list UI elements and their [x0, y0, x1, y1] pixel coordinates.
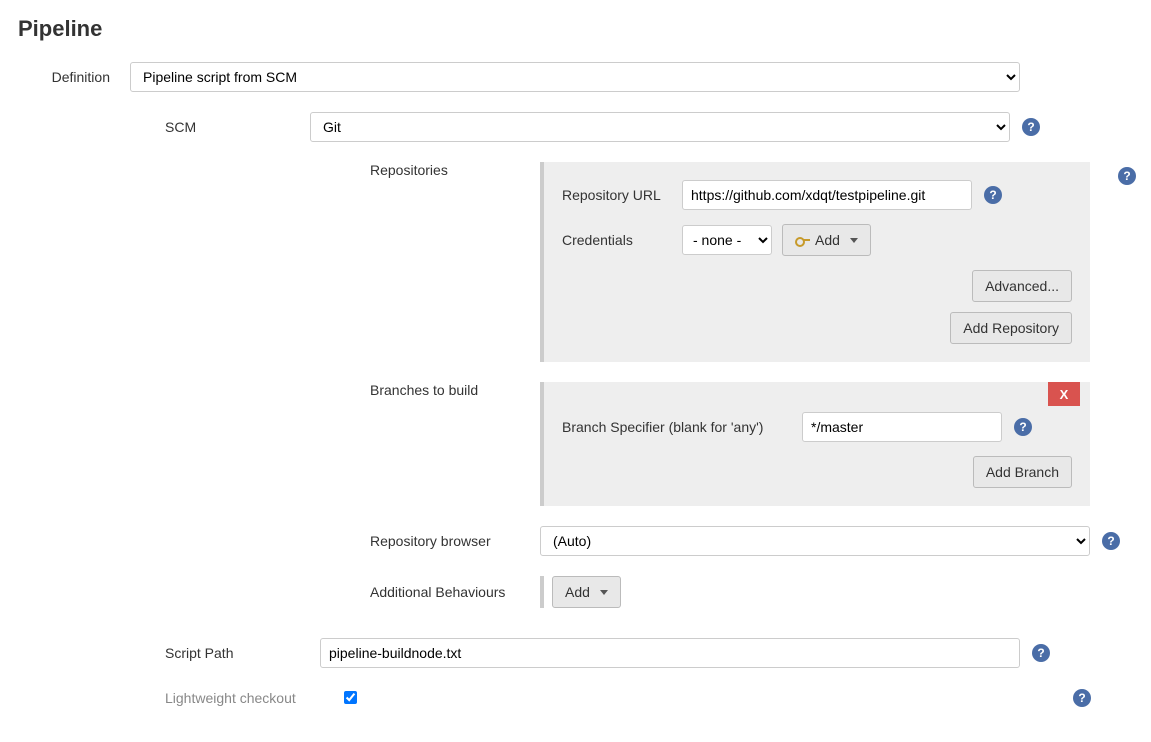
add-label: Add [815, 232, 840, 248]
advanced-button[interactable]: Advanced... [972, 270, 1072, 302]
lightweight-label: Lightweight checkout [165, 690, 340, 706]
script-path-row: Script Path ? [0, 638, 1151, 668]
scm-label: SCM [0, 119, 310, 135]
key-icon [795, 235, 809, 245]
help-icon[interactable]: ? [1073, 689, 1091, 707]
repositories-block: Repository URL ? Credentials - none - Ad… [540, 162, 1090, 362]
branches-block: X Branch Specifier (blank for 'any') ? A… [540, 382, 1090, 506]
delete-branch-button[interactable]: X [1048, 382, 1080, 406]
branch-specifier-input[interactable] [802, 412, 1002, 442]
help-icon[interactable]: ? [1102, 532, 1120, 550]
branches-label: Branches to build [0, 382, 540, 398]
scm-select[interactable]: Git [310, 112, 1010, 142]
branches-row: Branches to build X Branch Specifier (bl… [0, 382, 1151, 506]
credentials-select[interactable]: - none - [682, 225, 772, 255]
chevron-down-icon [850, 238, 858, 243]
help-icon[interactable]: ? [984, 186, 1002, 204]
add-label: Add [565, 584, 590, 600]
repo-browser-select[interactable]: (Auto) [540, 526, 1090, 556]
help-icon[interactable]: ? [1118, 167, 1136, 185]
definition-select[interactable]: Pipeline script from SCM [130, 62, 1020, 92]
add-branch-button[interactable]: Add Branch [973, 456, 1072, 488]
add-repo-row: Add Repository [562, 312, 1072, 344]
definition-label: Definition [0, 69, 130, 85]
help-icon[interactable]: ? [1014, 418, 1032, 436]
help-icon[interactable]: ? [1032, 644, 1050, 662]
advanced-row: Advanced... [562, 270, 1072, 302]
additional-behaviours-label: Additional Behaviours [0, 584, 540, 600]
credentials-row: Credentials - none - Add [562, 224, 1072, 256]
script-path-input[interactable] [320, 638, 1020, 668]
add-behaviour-button[interactable]: Add [552, 576, 621, 608]
credentials-label: Credentials [562, 232, 682, 248]
additional-behaviours-row: Additional Behaviours Add [0, 576, 1151, 608]
definition-row: Definition Pipeline script from SCM [0, 62, 1151, 92]
repo-browser-row: Repository browser (Auto) ? [0, 526, 1151, 556]
repo-browser-label: Repository browser [0, 533, 540, 549]
section-title: Pipeline [18, 16, 1151, 42]
chevron-down-icon [600, 590, 608, 595]
branch-spec-row: Branch Specifier (blank for 'any') ? [562, 412, 1072, 442]
repositories-row: Repositories Repository URL ? Credential… [0, 162, 1151, 362]
scm-row: SCM Git ? [0, 112, 1151, 142]
add-repository-button[interactable]: Add Repository [950, 312, 1072, 344]
lightweight-row: Lightweight checkout ? [0, 688, 1151, 707]
lightweight-checkbox[interactable] [344, 691, 357, 704]
branch-specifier-label: Branch Specifier (blank for 'any') [562, 419, 802, 435]
repositories-label: Repositories [0, 162, 540, 178]
repo-url-row: Repository URL ? [562, 180, 1072, 210]
repo-url-label: Repository URL [562, 187, 682, 203]
add-credentials-button[interactable]: Add [782, 224, 871, 256]
help-icon[interactable]: ? [1022, 118, 1040, 136]
repo-url-input[interactable] [682, 180, 972, 210]
script-path-label: Script Path [0, 645, 320, 661]
add-branch-row: Add Branch [562, 456, 1072, 488]
